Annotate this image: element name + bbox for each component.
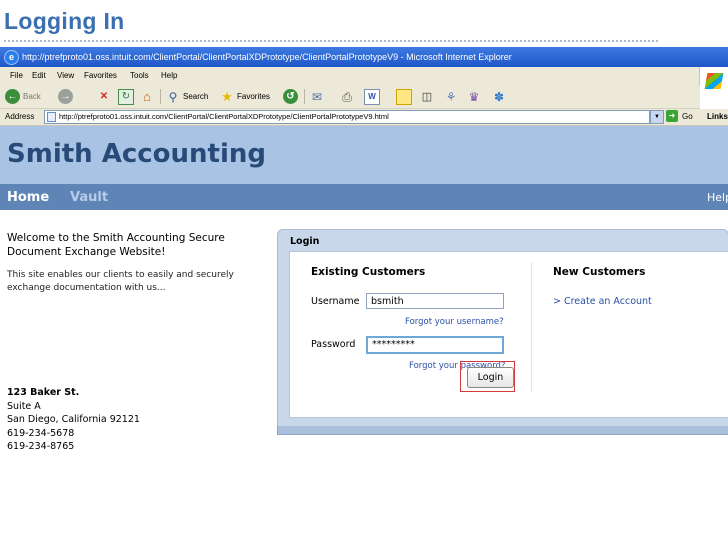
go-button[interactable]: Go: [682, 112, 693, 121]
favorites-button[interactable]: ★ Favorites: [220, 88, 270, 105]
username-label: Username: [311, 296, 360, 307]
login-panel-footer: [277, 426, 728, 435]
welcome-heading: Welcome to the Smith Accounting Secure D…: [7, 232, 272, 259]
internet-explorer-icon: e: [4, 50, 19, 65]
back-button[interactable]: ← Back: [5, 88, 41, 105]
history-button[interactable]: ↺: [283, 88, 298, 105]
site-header: Smith Accounting: [0, 126, 728, 184]
search-button[interactable]: ⚲ Search: [166, 88, 209, 105]
password-field[interactable]: *********: [366, 336, 504, 354]
favorites-label: Favorites: [237, 92, 270, 101]
bluetooth-button[interactable]: ✽: [492, 88, 506, 105]
web-page: Smith Accounting Home Vault Help Welcome…: [0, 126, 728, 458]
menu-edit[interactable]: Edit: [32, 71, 46, 80]
intro-text: This site enables our clients to easily …: [7, 269, 272, 294]
menu-favorites[interactable]: Favorites: [84, 71, 117, 80]
existing-customers-heading: Existing Customers: [311, 266, 426, 278]
forgot-username-link[interactable]: Forgot your username?: [405, 317, 504, 327]
note-icon: [396, 88, 412, 105]
window-titlebar[interactable]: e http://ptrefproto01.oss.intuit.com/Cli…: [0, 47, 728, 67]
history-icon: ↺: [283, 89, 298, 104]
discuss-button[interactable]: [396, 88, 412, 105]
links-button[interactable]: Links: [707, 112, 728, 121]
word-edit-icon: W: [364, 88, 380, 105]
home-button[interactable]: ⌂: [140, 88, 154, 105]
address-bar: Address http://ptrefproto01.oss.intuit.c…: [0, 109, 728, 126]
login-panel-title: Login: [290, 236, 320, 247]
stop-button[interactable]: ✕: [97, 88, 111, 105]
address-input[interactable]: http://ptrefproto01.oss.intuit.com/Clien…: [44, 110, 650, 124]
research-button[interactable]: ◫: [420, 88, 434, 105]
nav-home[interactable]: Home: [7, 190, 49, 205]
forward-arrow-icon: →: [58, 89, 73, 104]
phone-line: 619-234-8765: [7, 441, 75, 452]
edit-button[interactable]: W: [364, 88, 380, 105]
refresh-button[interactable]: ↻: [118, 88, 134, 105]
extension-icon: ♛: [468, 89, 480, 104]
gear-cluster-icon: ✽: [493, 89, 505, 104]
mail-button[interactable]: ✉: [310, 88, 324, 105]
back-label: Back: [23, 92, 41, 101]
phone-line: 619-234-5678: [7, 427, 75, 439]
login-panel: Login Existing Customers Username bsmith…: [277, 229, 728, 428]
menu-bar: File Edit View Favorites Tools Help: [0, 67, 728, 105]
login-panel-body: Existing Customers Username bsmith Forgo…: [289, 251, 728, 418]
browser-window: e http://ptrefproto01.oss.intuit.com/Cli…: [0, 47, 728, 458]
window-title: http://ptrefproto01.oss.intuit.com/Clien…: [22, 52, 512, 62]
intro-line: This site enables our clients to easily …: [7, 270, 234, 280]
column-divider: [531, 262, 532, 392]
page-icon: [47, 112, 56, 122]
address-url: http://ptrefproto01.oss.intuit.com/Clien…: [59, 112, 389, 121]
forward-button[interactable]: →: [58, 88, 73, 105]
new-customers-heading: New Customers: [553, 266, 646, 278]
toolbar-separator: [160, 89, 161, 104]
nav-vault[interactable]: Vault: [70, 190, 108, 205]
toolbar-separator: [304, 89, 305, 104]
menu-view[interactable]: View: [57, 71, 74, 80]
print-button[interactable]: ⎙: [340, 88, 354, 105]
menu-file[interactable]: File: [10, 71, 23, 80]
search-label: Search: [183, 92, 209, 101]
address-dropdown-icon[interactable]: ▼: [650, 110, 664, 124]
go-arrow-icon[interactable]: ➜: [666, 110, 678, 122]
messenger-button[interactable]: ⚘: [444, 88, 458, 105]
menu-tools[interactable]: Tools: [130, 71, 149, 80]
mail-icon: ✉: [311, 89, 323, 104]
search-icon: ⚲: [168, 89, 178, 104]
slide-title: Logging In: [4, 8, 125, 34]
username-field[interactable]: bsmith: [366, 293, 504, 309]
welcome-line: Document Exchange Website!: [7, 245, 166, 258]
address-label: Address: [5, 112, 35, 121]
address-line: 123 Baker St.: [7, 387, 80, 398]
messenger-icon: ⚘: [445, 89, 457, 104]
toolbar: ← Back → ✕ ↻ ⌂ ⚲ Search ★ Favorites ↺ ✉: [0, 85, 700, 109]
windows-logo-icon: [699, 67, 728, 105]
login-button[interactable]: Login: [467, 367, 514, 388]
back-arrow-icon: ←: [5, 89, 20, 104]
home-icon: ⌂: [143, 88, 151, 104]
stop-icon: ✕: [99, 90, 109, 102]
address-line: San Diego, California 92121: [7, 414, 140, 425]
welcome-line: Welcome to the Smith Accounting Secure: [7, 232, 225, 244]
site-title: Smith Accounting: [7, 139, 267, 169]
print-icon: ⎙: [342, 89, 352, 104]
research-icon: ◫: [421, 90, 433, 103]
tools-extension-button[interactable]: ♛: [467, 88, 481, 105]
office-address: 123 Baker St. Suite A San Diego, Califor…: [7, 386, 140, 454]
intro-line: exchange documentation with us...: [7, 282, 166, 293]
nav-help[interactable]: Help: [707, 191, 728, 204]
create-account-link[interactable]: > Create an Account: [553, 296, 652, 307]
password-label: Password: [311, 339, 356, 350]
title-divider: [4, 40, 658, 42]
menu-help[interactable]: Help: [161, 71, 177, 80]
favorites-star-icon: ★: [221, 88, 233, 104]
address-line: Suite A: [7, 400, 41, 412]
refresh-icon: ↻: [118, 88, 134, 105]
site-nav: Home Vault Help: [0, 184, 728, 210]
